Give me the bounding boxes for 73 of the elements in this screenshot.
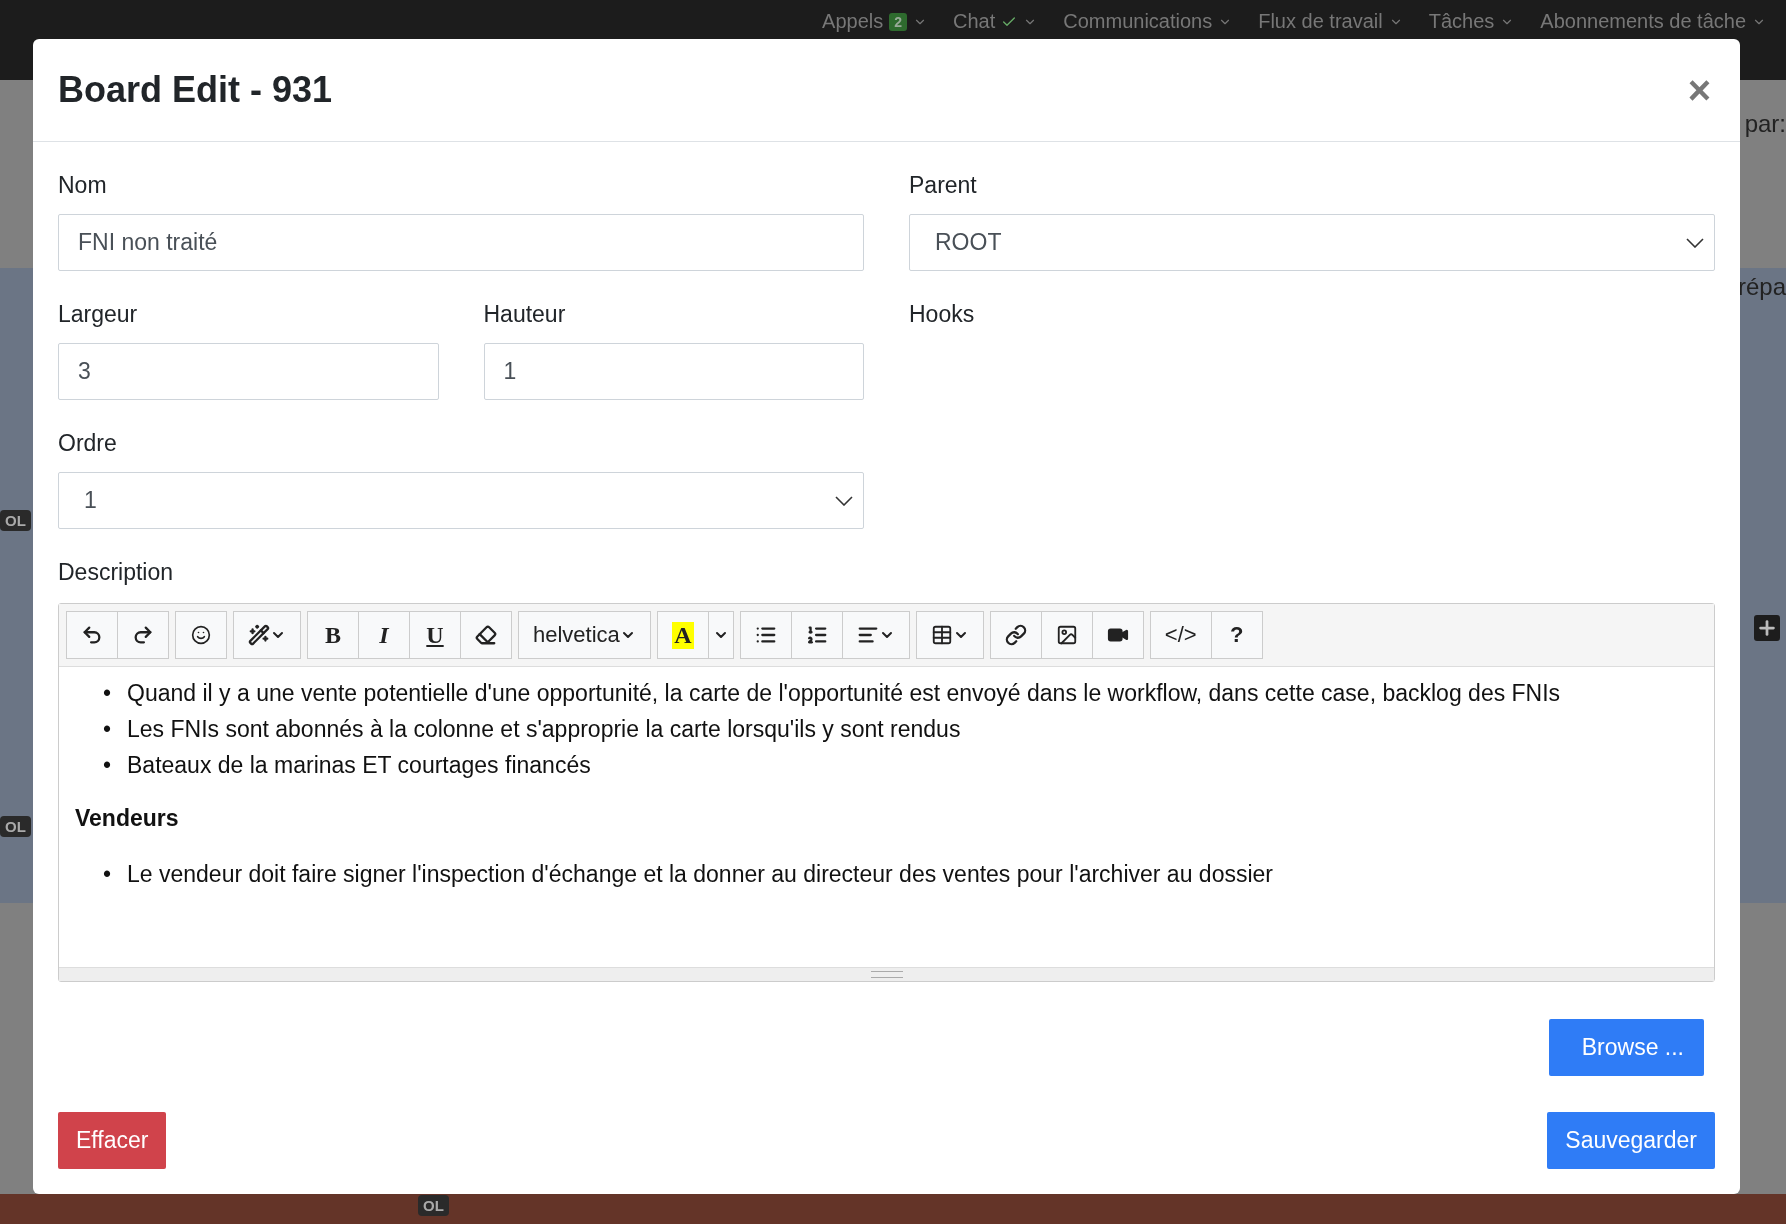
ul-tool-button[interactable] [739,611,792,659]
undo-icon [81,624,103,646]
chevron-down-icon [1686,237,1704,248]
field-label: Hooks [909,301,976,328]
list-item: Le vendeur doit faire signer l'inspection d'échange et la donner au directeur des ventes pour l'archiver au dossier [127,860,1273,889]
nav-menu-item[interactable]: Communications [1063,10,1233,33]
field-label: Hauteur [483,301,567,328]
magic-wand-icon [248,624,270,646]
table-tool-button[interactable] [915,611,984,659]
list-item: Les FNIs sont abonnés à la colonne et s'approprie la carte lorsqu'ils y sont rendus [127,715,961,744]
width-input[interactable]: 3 [58,343,439,400]
field-label: Nom [58,172,108,199]
bold-tool-button[interactable]: B [307,611,359,659]
redo-tool-button[interactable] [117,611,169,659]
list-item: Quand il y a une vente potentielle d'une opportunité, la carte de l'opportunité est envoyé dans le workflow, dans cette case, backlog des FNIs [127,679,1561,708]
link-icon [1004,624,1027,646]
image-tool-button[interactable] [1040,611,1093,659]
save-button[interactable]: Sauvegarder [1547,1112,1715,1169]
eraser-icon [475,624,497,646]
bullet-list-icon [754,624,777,646]
height-input[interactable]: 1 [483,343,864,400]
nav-menu-item[interactable]: Appels 2 [822,10,927,33]
align-icon [856,624,879,646]
field-label: Largeur [58,301,139,328]
help-tool-button[interactable]: ? [1210,611,1263,659]
ol-tool-button[interactable] [790,611,843,659]
nav-menu-item[interactable]: Flux de travail [1258,10,1403,33]
status-badge: OL [0,816,31,837]
emoji-tool-button[interactable] [175,611,227,659]
italic-tool-button[interactable]: I [358,611,410,659]
bullet: • [103,860,113,889]
add-icon [1754,615,1780,641]
bullet: • [103,751,113,780]
delete-button[interactable]: Effacer [58,1112,167,1169]
section-heading: Vendeurs [75,805,180,832]
status-badge: OL [0,510,31,531]
field-label: Description [58,559,175,586]
background-text: répa [1737,273,1786,301]
list-item: Bateaux de la marinas ET courtages financés [127,751,591,780]
code-tool-button[interactable]: </> [1149,611,1212,659]
undo-tool-button[interactable] [66,611,118,659]
close-button[interactable]: × [1683,70,1715,110]
field-label: Parent [909,172,978,199]
magic-tool-button[interactable] [233,611,301,659]
nav-menu-item[interactable]: Chat [953,10,1038,33]
browse-button[interactable]: Browse ... [1548,1019,1704,1076]
smiley-icon [191,625,211,645]
numbered-list-icon [805,624,828,646]
bullet: • [103,679,113,708]
caret-tool-button[interactable] [707,611,734,659]
color-tool-button[interactable]: A [656,611,709,659]
order-select[interactable]: 1 [58,472,864,529]
count-badge: 2 [889,12,907,31]
align-tool-button[interactable] [841,611,910,659]
table-icon [930,624,953,646]
chevron-down-icon [835,495,853,506]
nav-menu-item[interactable]: Tâches [1428,10,1515,33]
background-text: par: [1744,110,1786,138]
underline-tool-button[interactable]: U [409,611,461,659]
eraser-tool-button[interactable] [460,611,512,659]
parent-select[interactable]: ROOT [909,214,1715,271]
dialog-title: Board Edit - 931 [58,69,333,111]
field-label: Ordre [58,430,118,457]
bullet: • [103,715,113,744]
status-badge: OL [418,1195,449,1216]
font-tool-button[interactable]: helvetica [518,611,651,659]
link-tool-button[interactable] [989,611,1042,659]
resize-handle[interactable] [59,967,1714,981]
redo-icon [132,624,154,646]
video-tool-button[interactable] [1091,611,1144,659]
nav-menu-item[interactable]: Abonnements de tâche [1540,10,1766,33]
image-icon [1055,624,1078,646]
name-input[interactable]: FNI non traité [58,214,864,271]
